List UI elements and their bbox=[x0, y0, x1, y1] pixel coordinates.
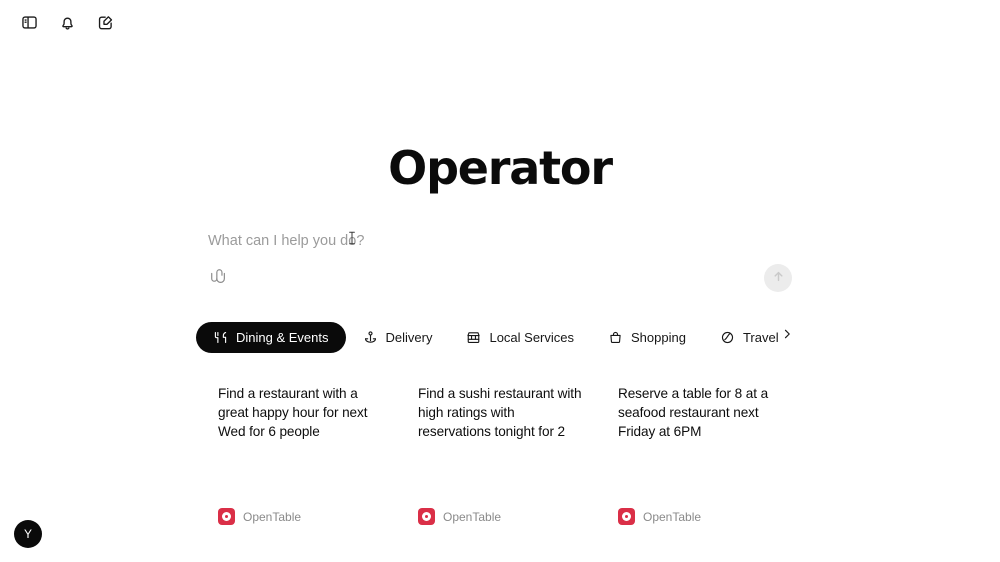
category-chip-list[interactable]: Dining & Events Delivery Local Services … bbox=[196, 321, 800, 353]
avatar[interactable]: Y bbox=[14, 520, 42, 548]
chip-news[interactable]: News bbox=[796, 322, 800, 353]
brand-label: OpenTable bbox=[243, 509, 302, 524]
chevron-right-icon bbox=[781, 327, 793, 345]
brand-label: OpenTable bbox=[643, 509, 702, 524]
suggestion-text: Find a restaurant with a great happy hou… bbox=[218, 386, 368, 439]
arrow-up-icon bbox=[771, 269, 786, 287]
chip-label: Local Services bbox=[489, 329, 575, 345]
chip-label: Travel bbox=[742, 329, 779, 345]
paperclip-icon bbox=[211, 268, 227, 289]
chip-delivery[interactable]: Delivery bbox=[346, 322, 450, 353]
delivery-pin-icon bbox=[363, 330, 378, 345]
suggestion-text: Reserve a table for 8 at a seafood resta… bbox=[618, 386, 769, 439]
suggestion-brand: OpenTable bbox=[618, 508, 701, 525]
suggestion-card[interactable]: Find a restaurant with a great happy hou… bbox=[204, 384, 404, 529]
suggestion-brand: OpenTable bbox=[218, 508, 301, 525]
prompt-input[interactable] bbox=[208, 231, 768, 251]
chip-local-services[interactable]: Local Services bbox=[449, 322, 591, 353]
chip-label: Dining & Events bbox=[236, 329, 329, 345]
opentable-logo-icon bbox=[218, 508, 235, 525]
suggestion-card[interactable]: Find a sushi restaurant with high rating… bbox=[404, 384, 604, 529]
travel-globe-icon bbox=[720, 330, 735, 345]
shopping-bag-icon bbox=[608, 330, 623, 345]
page-title: Operator bbox=[388, 141, 613, 195]
operator-app: Operator What can I help you do? Dining … bbox=[0, 0, 1000, 562]
suggestion-brand: OpenTable bbox=[418, 508, 501, 525]
storefront-icon bbox=[466, 330, 481, 345]
opentable-logo-icon bbox=[618, 508, 635, 525]
chip-label: Shopping bbox=[631, 329, 686, 345]
attach-file-button[interactable] bbox=[208, 267, 230, 289]
chip-dining-and-events[interactable]: Dining & Events bbox=[196, 321, 346, 353]
dining-events-icon bbox=[213, 330, 228, 345]
chip-label: Delivery bbox=[385, 329, 433, 345]
suggestion-text: Find a sushi restaurant with high rating… bbox=[418, 386, 582, 439]
chip-shopping[interactable]: Shopping bbox=[591, 322, 703, 353]
suggestion-card[interactable]: Reserve a table for 8 at a seafood resta… bbox=[604, 384, 804, 529]
chips-scroll-next-button[interactable] bbox=[779, 327, 795, 345]
composer bbox=[198, 219, 802, 301]
suggestion-card-list: Find a restaurant with a great happy hou… bbox=[204, 384, 804, 529]
send-button[interactable] bbox=[764, 264, 792, 292]
main-content: Operator What can I help you do? Dining … bbox=[0, 0, 1000, 562]
brand-label: OpenTable bbox=[443, 509, 502, 524]
avatar-initial: Y bbox=[23, 527, 32, 541]
opentable-logo-icon bbox=[418, 508, 435, 525]
